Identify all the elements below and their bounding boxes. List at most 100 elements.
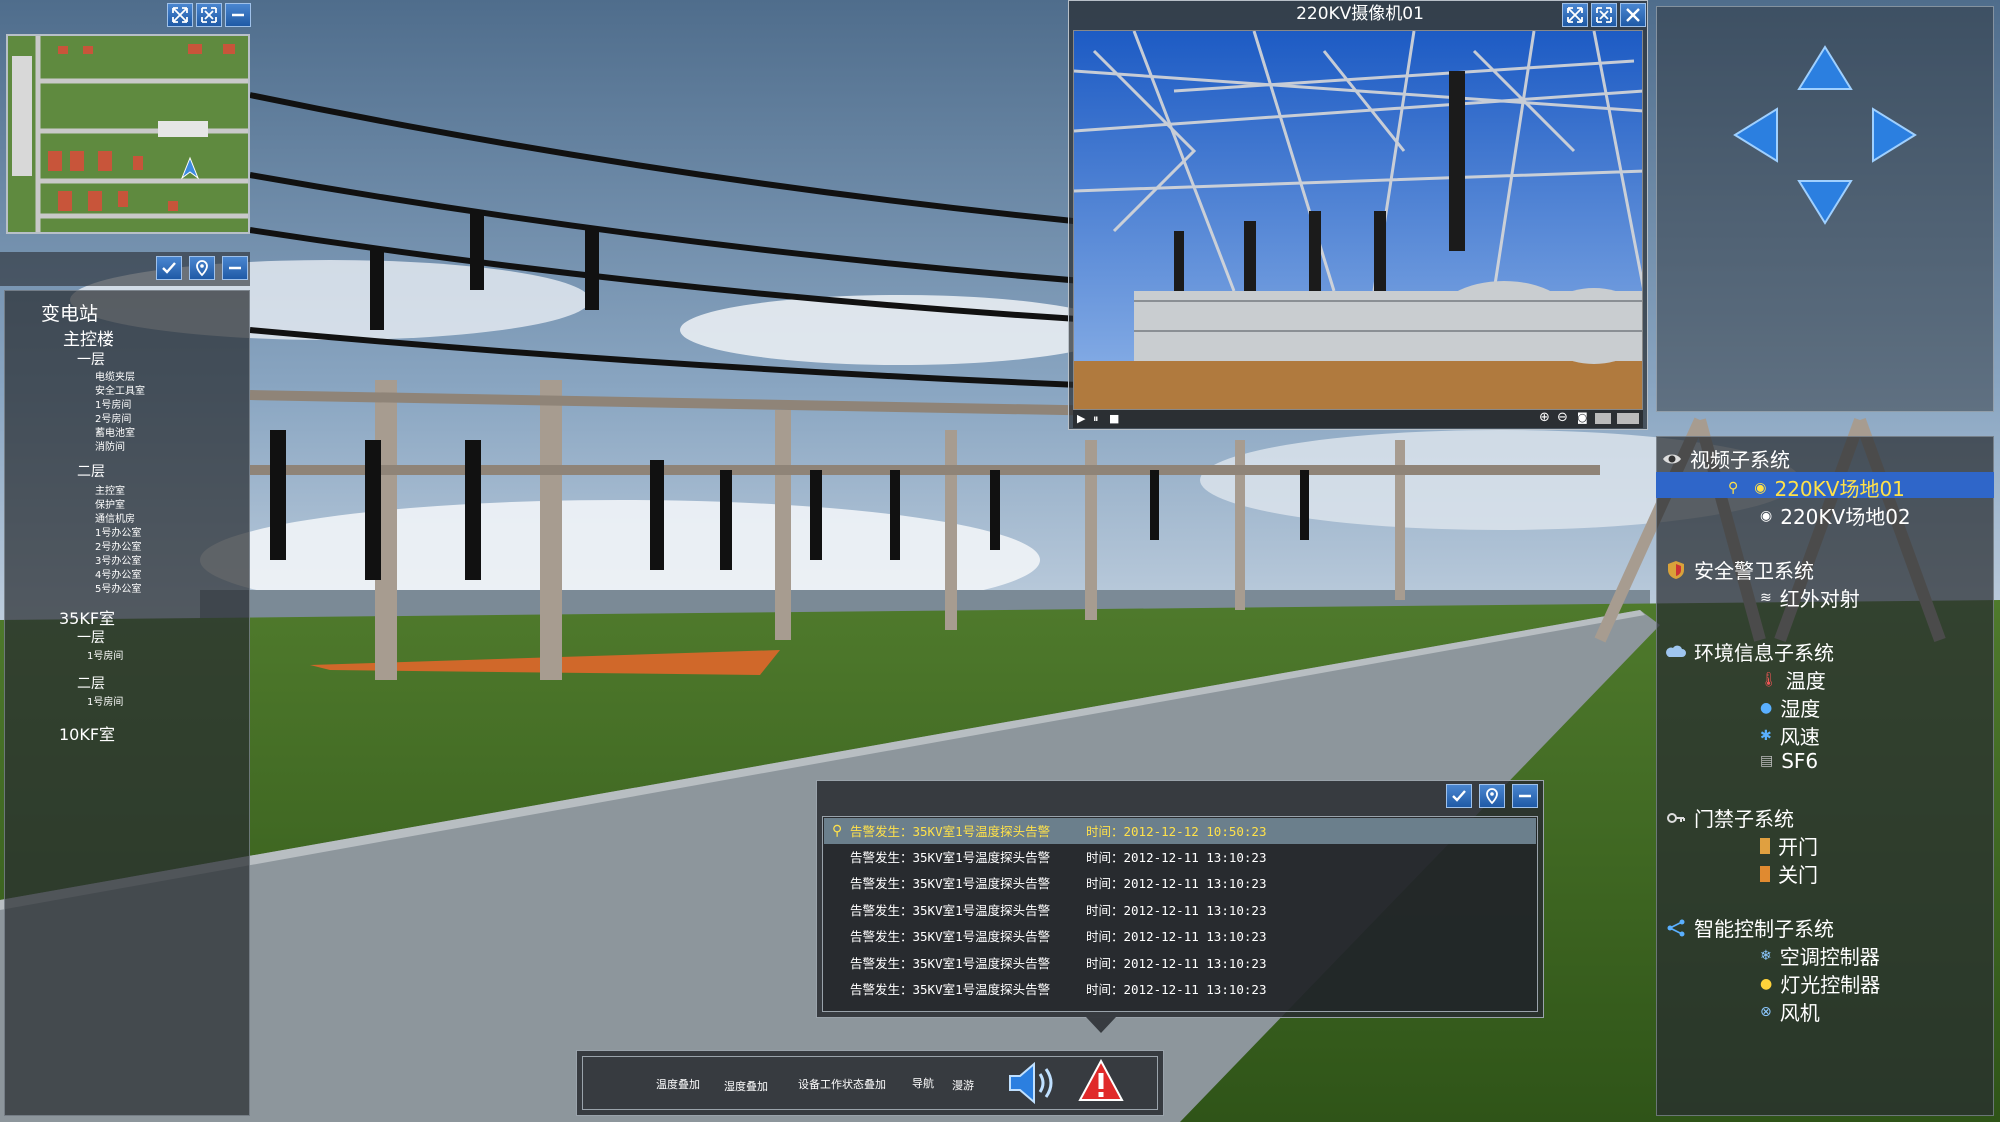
tree-room[interactable]: 通信机房 [95,510,135,525]
toolbar-roaming[interactable]: 漫游 [952,1077,974,1093]
tree-room[interactable]: 1号房间 [87,647,123,662]
alarm-message: 告警发生：35KV室1号温度探头告警 [850,982,1051,997]
alarm-row[interactable]: 告警发生：35KV室1号温度探头告警 时间：2012-12-11 13:10:2… [826,951,1536,976]
alarm-time: 时间：2012-12-11 13:10:23 [1086,876,1267,891]
tree-room[interactable]: 电缆夹层 [95,368,135,383]
tree-room[interactable]: 蓄电池室 [95,424,135,439]
arrow-down-icon[interactable] [1797,180,1853,225]
site-tree-panel: 变电站 主控楼 一层 电缆夹层 安全工具室 1号房间 2号房间 蓄电池室 消防间… [4,290,250,1116]
toolbar-navigation[interactable]: 导航 [912,1075,934,1091]
tree-room[interactable]: 3号办公室 [95,552,141,567]
arrow-left-icon[interactable] [1733,107,1778,163]
tree-room[interactable]: 消防间 [95,438,125,453]
environment-item[interactable]: ✱ 风速 [1760,721,1820,750]
alarm-row[interactable]: 告警发生：35KV室1号温度探头告警 时间：2012-12-11 13:10:2… [826,845,1536,870]
alarm-check-button[interactable] [1446,784,1472,808]
camera-fullscreen-button[interactable] [1591,3,1617,27]
camera-video-feed[interactable] [1073,30,1643,410]
building-shape [12,56,32,176]
tree-check-button[interactable] [156,256,182,280]
alarm-row[interactable]: 告警发生：35KV室1号温度探头告警 时间：2012-12-11 13:10:2… [826,977,1536,1002]
tree-room[interactable]: 5号办公室 [95,580,141,595]
tree-room-35kf[interactable]: 35KF室 [59,605,115,629]
minimap-fullscreen-button[interactable] [196,3,222,27]
camera-close-button[interactable] [1620,3,1646,27]
smart-item[interactable]: ● 灯光控制器 [1760,969,1880,998]
toolbar-temperature-overlay[interactable]: 温度叠加 [656,1076,700,1092]
minimap-minimize-button[interactable] [225,3,251,27]
smart-item[interactable]: ❄ 空调控制器 [1760,941,1880,970]
access-item-label: 关门 [1778,863,1818,887]
environment-item-label: 温度 [1785,669,1826,693]
check-icon [1452,790,1466,802]
tree-room-10kf[interactable]: 10KF室 [59,721,115,745]
alarm-message: 告警发生：35KV室1号温度探头告警 [850,824,1051,839]
tree-floor2[interactable]: 二层 [77,461,105,481]
speaker-icon[interactable] [1006,1060,1062,1106]
security-item[interactable]: ≋ 红外对射 [1760,583,1860,612]
tree-room-35kf-floor2[interactable]: 二层 [77,673,105,693]
tree-room-35kf-floor1[interactable]: 一层 [77,627,105,647]
video-item-selected[interactable]: ⚲ ◉ 220KV场地01 [1728,473,1905,502]
aspect-16-9-icon[interactable] [1617,413,1639,424]
play-icon[interactable]: ▶ [1077,412,1085,425]
environment-item[interactable]: ● 湿度 [1760,693,1820,722]
toolbar-humidity-overlay[interactable]: 湿度叠加 [724,1078,768,1094]
smart-item[interactable]: ⊗ 风机 [1760,997,1820,1026]
tree-room[interactable]: 2号房间 [95,410,131,425]
tree-room[interactable]: 主控室 [95,482,125,497]
share-icon [1667,919,1685,936]
security-subsystem[interactable]: 安全警卫系统 [1666,555,1814,584]
infrared-icon: ≋ [1760,589,1772,606]
subsystem-panel [1656,436,1994,1116]
alarm-row[interactable]: ⚲ 告警发生：35KV室1号温度探头告警 时间：2012-12-12 10:50… [826,819,1536,844]
tree-room[interactable]: 1号房间 [95,396,131,411]
tree-room[interactable]: 1号房间 [87,693,123,708]
navigation-panel [1656,6,1994,412]
alarm-locate-button[interactable] [1479,784,1505,808]
environment-subsystem[interactable]: 环境信息子系统 [1666,637,1834,666]
tree-room[interactable]: 4号办公室 [95,566,141,581]
tree-root[interactable]: 变电站 [41,299,98,326]
alarm-minimize-button[interactable] [1512,784,1538,808]
minimize-icon [1519,794,1531,798]
tree-room[interactable]: 2号办公室 [95,538,141,553]
fan-icon: ⊗ [1760,1003,1772,1020]
tree-room[interactable]: 安全工具室 [95,382,145,397]
zoom-in-icon[interactable]: ⊕ [1539,410,1550,425]
aspect-4-3-icon[interactable] [1595,413,1611,424]
tree-main-building[interactable]: 主控楼 [63,325,114,350]
tree-room[interactable]: 保护室 [95,496,125,511]
tree-floor1[interactable]: 一层 [77,349,105,369]
alarm-row[interactable]: 告警发生：35KV室1号温度探头告警 时间：2012-12-11 13:10:2… [826,871,1536,896]
camera-expand-button[interactable] [1562,3,1588,27]
alarm-message: 告警发生：35KV室1号温度探头告警 [850,876,1051,891]
access-subsystem[interactable]: 门禁子系统 [1666,803,1794,832]
environment-item[interactable]: 🌡 温度 [1760,665,1826,694]
video-subsystem[interactable]: 视频子系统 [1662,444,1790,473]
minimap-expand-button[interactable] [167,3,193,27]
tree-locate-button[interactable] [189,256,215,280]
check-icon [162,262,176,274]
warning-icon[interactable] [1078,1058,1124,1104]
access-item[interactable]: 开门 [1760,831,1818,860]
stop-icon[interactable]: ■ [1109,412,1119,425]
video-item[interactable]: ◉ 220KV场地02 [1760,501,1911,530]
zoom-out-icon[interactable]: ⊖ [1557,410,1568,425]
snapshot-icon[interactable]: ◙ [1577,411,1588,424]
smart-subsystem-label: 智能控制子系统 [1694,917,1834,941]
alarm-time: 时间：2012-12-11 13:10:23 [1086,929,1267,944]
alarm-row[interactable]: 告警发生：35KV室1号温度探头告警 时间：2012-12-11 13:10:2… [826,924,1536,949]
environment-item[interactable]: ▤ SF6 [1760,749,1818,773]
tree-minimize-button[interactable] [222,256,248,280]
camera-icon: ◉ [1754,479,1767,496]
smart-subsystem[interactable]: 智能控制子系统 [1666,913,1834,942]
arrow-right-icon[interactable] [1872,107,1917,163]
alarm-row[interactable]: 告警发生：35KV室1号温度探头告警 时间：2012-12-11 13:10:2… [826,898,1536,923]
minimap[interactable] [6,34,250,234]
toolbar-device-status-overlay[interactable]: 设备工作状态叠加 [798,1076,886,1092]
access-item[interactable]: 关门 [1760,859,1818,888]
tree-room[interactable]: 1号办公室 [95,524,141,539]
pause-icon[interactable]: ⏸ [1093,412,1099,426]
arrow-up-icon[interactable] [1797,45,1853,90]
